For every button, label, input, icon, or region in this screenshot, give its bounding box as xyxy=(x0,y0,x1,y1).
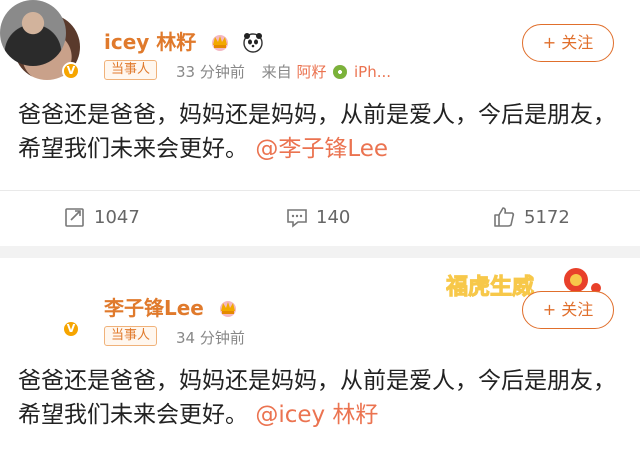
post-meta: 34 分钟前 xyxy=(176,327,245,348)
status-badge: 当事人 xyxy=(104,60,158,80)
follow-button[interactable]: + 关注 xyxy=(522,24,614,62)
action-bar: 1047 140 5172 xyxy=(0,200,640,234)
like-button[interactable]: 5172 xyxy=(492,200,570,234)
crown-icon xyxy=(212,35,229,51)
verified-icon: V xyxy=(62,62,80,80)
source-client-suffix[interactable]: iPh... xyxy=(354,63,391,81)
comment-icon xyxy=(287,209,307,228)
comment-count: 140 xyxy=(316,206,351,228)
author-name-text[interactable]: 李子锋Lee xyxy=(104,296,204,320)
post-text: 爸爸还是爸爸，妈妈还是妈妈，从前是爱人，今后是朋友，希望我们未来会更好。 @李子… xyxy=(18,98,618,166)
kiwi-icon xyxy=(333,65,348,79)
author-name[interactable]: icey 林籽 xyxy=(104,26,264,55)
like-icon xyxy=(494,207,515,227)
follow-button[interactable]: + 关注 xyxy=(522,291,614,329)
post-time[interactable]: 33 分钟前 xyxy=(176,63,245,81)
post-meta: 33 分钟前 来自 阿籽 iPh... xyxy=(176,61,391,82)
comment-button[interactable]: 140 xyxy=(286,200,350,234)
source-prefix: 来自 xyxy=(261,63,292,81)
panda-icon xyxy=(243,33,263,53)
post-time[interactable]: 34 分钟前 xyxy=(176,329,245,347)
source-client[interactable]: 阿籽 xyxy=(296,63,326,81)
divider xyxy=(0,190,640,191)
mention-link[interactable]: @李子锋Lee xyxy=(255,136,388,162)
author-name-text[interactable]: icey 林籽 xyxy=(104,30,196,54)
avatar[interactable] xyxy=(0,0,66,66)
repost-button[interactable]: 1047 xyxy=(64,200,140,234)
like-count: 5172 xyxy=(524,206,570,228)
weibo-post: V icey 林籽 当事人 33 分钟前 来自 阿籽 iPh... + 关注 爸… xyxy=(0,0,640,246)
crown-icon xyxy=(219,301,236,317)
status-badge: 当事人 xyxy=(104,326,158,346)
repost-count: 1047 xyxy=(94,206,140,228)
post-text: 爸爸还是爸爸，妈妈还是妈妈，从前是爱人，今后是朋友，希望我们未来会更好。 @ic… xyxy=(18,364,618,432)
author-name[interactable]: 李子锋Lee xyxy=(104,292,239,321)
repost-icon xyxy=(65,208,84,227)
banner-text: 福虎生威 xyxy=(446,274,534,300)
mention-link[interactable]: @icey 林籽 xyxy=(255,402,378,428)
verified-icon: V xyxy=(62,320,80,338)
